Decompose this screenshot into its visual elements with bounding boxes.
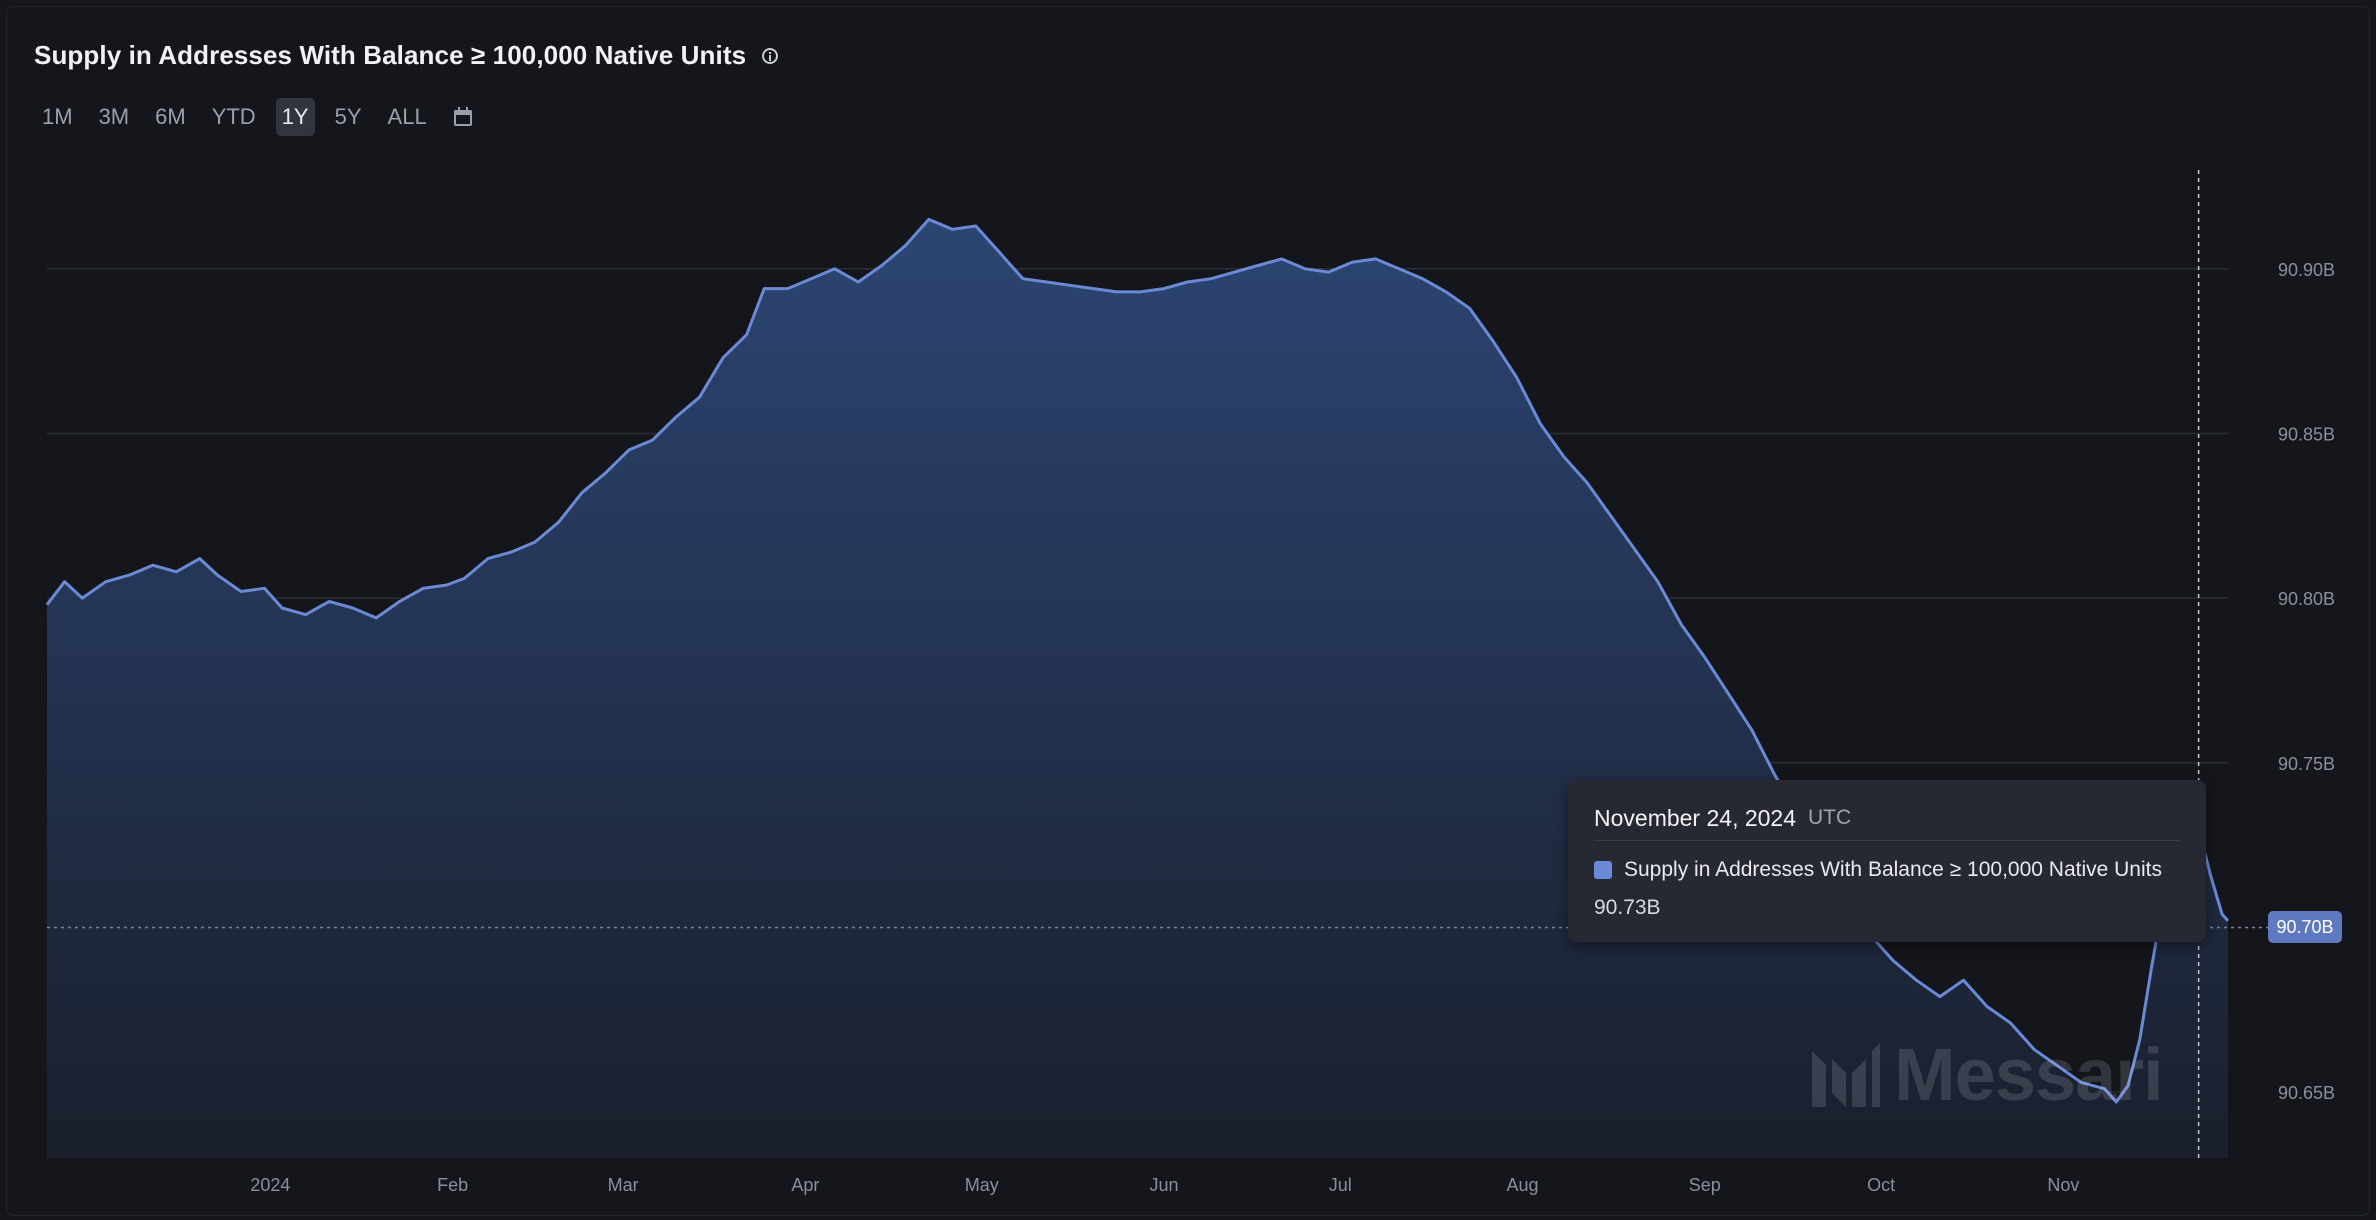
chart-tooltip: November 24, 2024 UTC Supply in Addresse… <box>1568 780 2206 942</box>
y-tick-label: 90.80B <box>2278 589 2335 609</box>
crosshair-value-badge: 90.70B <box>2268 911 2342 944</box>
x-tick-label: Nov <box>2047 1175 2079 1195</box>
y-tick-label: 90.65B <box>2278 1083 2335 1103</box>
tooltip-series-name: Supply in Addresses With Balance ≥ 100,0… <box>1624 858 2162 881</box>
y-tick-label: 90.90B <box>2278 260 2335 280</box>
y-tick-label: 90.75B <box>2278 754 2335 774</box>
series-area <box>47 219 2228 1158</box>
x-tick-label: Apr <box>791 1175 819 1195</box>
watermark-text: Messari <box>1894 1033 2164 1116</box>
x-tick-label: Feb <box>437 1175 468 1195</box>
x-tick-label: Mar <box>608 1175 639 1195</box>
tooltip-header: November 24, 2024 UTC <box>1594 796 2180 841</box>
x-tick-label: Oct <box>1867 1175 1895 1195</box>
x-tick-label: Jul <box>1329 1175 1352 1195</box>
y-tick-label: 90.85B <box>2278 424 2335 444</box>
tooltip-series-swatch <box>1594 861 1612 879</box>
tooltip-value: 90.73B <box>1594 896 1661 919</box>
x-tick-label: Jun <box>1149 1175 1178 1195</box>
messari-logo-icon <box>1812 1042 1880 1107</box>
x-tick-label: 2024 <box>250 1175 290 1195</box>
x-tick-label: Sep <box>1689 1175 1721 1195</box>
tooltip-series: Supply in Addresses With Balance ≥ 100,0… <box>1594 858 2162 882</box>
tooltip-timezone: UTC <box>1808 806 1852 829</box>
x-tick-label: May <box>965 1175 999 1195</box>
x-tick-label: Aug <box>1507 1175 1539 1195</box>
tooltip-date: November 24, 2024 <box>1594 804 1797 831</box>
watermark: Messari <box>1812 1032 2164 1117</box>
